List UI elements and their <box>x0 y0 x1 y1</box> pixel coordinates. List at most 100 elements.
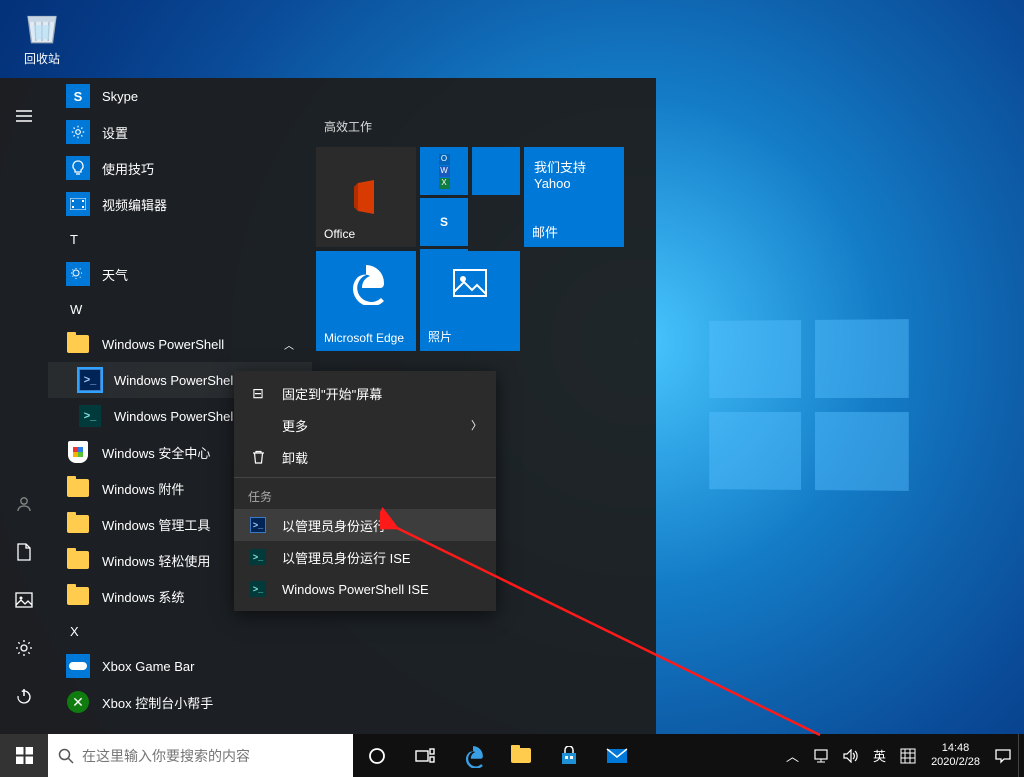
chevron-up-icon: ︿ <box>284 337 294 352</box>
app-label: 设置 <box>102 123 128 142</box>
tray-ime-lang[interactable]: 英 <box>866 734 893 777</box>
app-tips[interactable]: 使用技巧 <box>48 150 312 186</box>
clock-time: 14:48 <box>931 742 980 756</box>
pin-icon: ⊟ <box>248 385 268 402</box>
tile-office[interactable]: Office <box>316 147 416 247</box>
search-input[interactable] <box>82 748 343 764</box>
ctx-label: Windows PowerShell ISE <box>282 582 429 597</box>
video-icon <box>66 192 90 216</box>
tile-label: Office <box>324 227 355 241</box>
tile-yahoo[interactable] <box>472 147 520 195</box>
app-xbox-gamebar[interactable]: Xbox Game Bar <box>48 648 312 684</box>
rail-settings-button[interactable] <box>0 624 48 672</box>
start-button[interactable] <box>0 734 48 777</box>
taskbar-edge[interactable] <box>449 734 497 777</box>
app-weather[interactable]: 天气 <box>48 256 312 292</box>
ime-label: 英 <box>873 746 886 765</box>
folder-icon <box>66 332 90 356</box>
rail-power-button[interactable] <box>0 672 48 720</box>
ime-icon <box>900 748 916 764</box>
taskbar-store[interactable] <box>545 734 593 777</box>
chevron-right-icon: 〉 <box>471 417 482 433</box>
app-label: Windows 管理工具 <box>102 515 210 534</box>
gear-icon <box>15 639 33 657</box>
tray-notifications[interactable] <box>988 734 1018 777</box>
app-settings[interactable]: 设置 <box>48 114 312 150</box>
bulb-icon <box>66 156 90 180</box>
recycle-bin-label: 回收站 <box>12 50 72 67</box>
rail-documents-button[interactable] <box>0 528 48 576</box>
powershell-ise-icon: >_ <box>248 549 268 565</box>
tile-label: Microsoft Edge <box>324 331 404 345</box>
ctx-separator <box>234 477 496 478</box>
show-desktop[interactable] <box>1018 734 1024 777</box>
rail-user-button[interactable] <box>0 480 48 528</box>
folder-icon <box>66 476 90 500</box>
letter-header-t[interactable]: T <box>48 222 312 256</box>
ctx-run-admin[interactable]: >_以管理员身份运行 <box>234 509 496 541</box>
rail-expand-button[interactable] <box>0 92 48 140</box>
taskbar-explorer[interactable] <box>497 734 545 777</box>
letter-header-x[interactable]: X <box>48 614 312 648</box>
taskbar-mail[interactable] <box>593 734 641 777</box>
taskbar: ︿ 英 14:48 2020/2/28 <box>0 734 1024 777</box>
app-xbox-console[interactable]: ✕Xbox 控制台小帮手 <box>48 684 312 720</box>
gear-icon <box>66 120 90 144</box>
edge-icon <box>344 261 388 305</box>
hamburger-icon <box>16 110 32 122</box>
ctx-label: 固定到"开始"屏幕 <box>282 384 382 403</box>
shield-icon <box>66 440 90 464</box>
tile-skype-small[interactable]: S <box>420 198 468 246</box>
tray-volume[interactable] <box>836 734 866 777</box>
taskbar-search[interactable] <box>48 734 353 777</box>
start-rail <box>0 78 48 734</box>
letter-header-w[interactable]: W <box>48 292 312 326</box>
tile-photos[interactable]: 照片 <box>420 251 520 351</box>
folder-icon <box>66 512 90 536</box>
app-powershell-folder[interactable]: Windows PowerShell ︿ <box>48 326 312 362</box>
mail-icon <box>606 748 628 764</box>
powershell-ise-icon: >_ <box>248 581 268 597</box>
tray-clock[interactable]: 14:48 2020/2/28 <box>923 742 988 770</box>
network-icon <box>813 749 829 763</box>
ctx-label: 以管理员身份运行 ISE <box>282 548 411 567</box>
ctx-ps-ise[interactable]: >_ Windows PowerShell ISE <box>234 573 496 605</box>
folder-icon <box>511 748 531 763</box>
tile-edge[interactable]: Microsoft Edge <box>316 251 416 351</box>
tile-yahoo-wide[interactable]: 我们支持 Yahoo 邮件 <box>524 147 624 247</box>
tray-chevron[interactable]: ︿ <box>779 734 806 777</box>
app-label: Windows 系统 <box>102 587 184 606</box>
ctx-run-admin-ise[interactable]: >_ 以管理员身份运行 ISE <box>234 541 496 573</box>
ctx-uninstall[interactable]: 卸载 <box>234 441 496 473</box>
ctx-more[interactable]: 更多〉 <box>234 409 496 441</box>
user-icon <box>15 495 33 513</box>
app-label: Windows PowerShell <box>114 373 236 388</box>
app-video-editor[interactable]: 视频编辑器 <box>48 186 312 222</box>
system-tray: ︿ 英 14:48 2020/2/28 <box>779 734 1024 777</box>
xbox-icon <box>66 654 90 678</box>
app-label: Xbox Game Bar <box>102 659 195 674</box>
app-label: 天气 <box>102 265 128 284</box>
tile-group-header[interactable]: 高效工作 <box>316 78 640 147</box>
recycle-bin[interactable]: 回收站 <box>12 6 72 67</box>
tray-network[interactable] <box>806 734 836 777</box>
folder-icon <box>66 584 90 608</box>
app-label: 视频编辑器 <box>102 195 167 214</box>
taskview-button[interactable] <box>401 734 449 777</box>
app-skype[interactable]: SSkype <box>48 78 312 114</box>
cortana-button[interactable] <box>353 734 401 777</box>
app-label: Windows PowerShell <box>102 337 224 352</box>
app-label: Windows 轻松使用 <box>102 551 210 570</box>
tray-ime-mode[interactable] <box>893 734 923 777</box>
skype-icon: S <box>66 84 90 108</box>
ctx-pin-start[interactable]: ⊟ 固定到"开始"屏幕 <box>234 377 496 409</box>
tile-outlook[interactable]: OWX <box>420 147 468 195</box>
windows-icon <box>16 747 33 764</box>
tile-text: 我们支持 Yahoo <box>534 157 614 191</box>
ctx-label: 以管理员身份运行 <box>282 516 386 535</box>
ctx-tasks-header: 任务 <box>234 482 496 509</box>
windows-logo <box>709 319 909 491</box>
notification-icon <box>995 748 1011 764</box>
rail-pictures-button[interactable] <box>0 576 48 624</box>
app-label: Windows 附件 <box>102 479 184 498</box>
